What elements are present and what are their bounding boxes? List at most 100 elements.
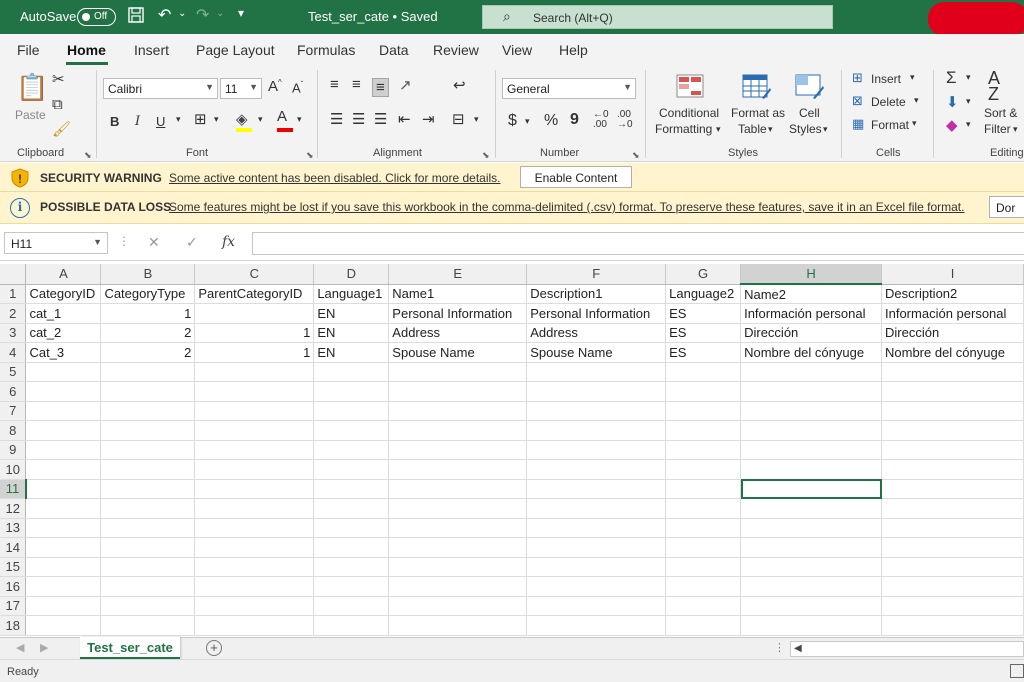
cell-i13[interactable] [881,518,1024,538]
enable-content-button[interactable]: Enable Content [520,166,632,188]
cell-d13[interactable] [313,518,390,538]
select-all-corner[interactable] [0,264,27,285]
cell-g4[interactable]: ES [665,342,742,363]
cell-i6[interactable] [881,381,1024,402]
cell-c18[interactable] [194,615,315,636]
chevron-down-icon[interactable]: ▾ [1013,124,1018,135]
increase-indent-icon[interactable]: ⇥ [422,110,435,128]
sort-filter-label-2[interactable]: Filter [984,122,1011,136]
cell-c2[interactable] [194,303,315,324]
chevron-down-icon[interactable]: ▾ [525,116,530,127]
cell-e17[interactable] [388,596,528,616]
cell-a8[interactable] [25,420,102,441]
cell-b6[interactable] [100,381,196,402]
cell-g16[interactable] [665,576,742,597]
cell-e3[interactable]: Address [388,323,528,343]
cell-i3[interactable]: Dirección [881,323,1024,343]
cell-d2[interactable]: EN [313,303,390,324]
column-header-d[interactable]: D [313,264,390,285]
cell-f16[interactable] [526,576,667,597]
clear-icon[interactable]: ◆ [946,116,958,134]
cell-f1[interactable]: Description1 [526,284,667,304]
cell-a7[interactable] [25,401,102,421]
paste-icon[interactable]: 📋 [16,72,48,103]
row-header[interactable]: 13 [0,518,27,538]
tab-file[interactable]: File [17,42,40,58]
cell-f12[interactable] [526,498,667,519]
insert-cells-icon[interactable]: ⊞ [852,70,863,86]
sort-filter-icon[interactable]: AZ [988,69,1000,103]
cell-e7[interactable] [388,401,528,421]
conditional-formatting-label-1[interactable]: Conditional [659,106,719,120]
cell-c9[interactable] [194,440,315,460]
row-header[interactable]: 10 [0,459,27,480]
undo-icon[interactable]: ↶ [158,5,171,25]
cell-h15[interactable] [740,557,882,577]
insert-function-icon[interactable]: fx [222,234,235,250]
cell-c12[interactable] [194,498,315,519]
chevron-down-icon[interactable]: ▾ [966,119,971,130]
cell-i7[interactable] [881,401,1024,421]
tab-review[interactable]: Review [433,42,479,58]
cell-i17[interactable] [881,596,1024,616]
data-loss-message[interactable]: Some features might be lost if you save … [169,200,964,214]
wrap-text-icon[interactable]: ↩ [453,76,466,94]
cell-b9[interactable] [100,440,196,460]
cell-b11[interactable] [100,479,196,499]
scroll-right-icon[interactable]: ▶ [40,641,48,654]
cell-c11[interactable] [194,479,315,499]
cell-d7[interactable] [313,401,390,421]
cell-c10[interactable] [194,459,315,480]
cell-f13[interactable] [526,518,667,538]
number-launcher-icon[interactable]: ⬊ [632,150,640,161]
fill-color-icon[interactable]: ◈ [236,110,252,132]
chevron-down-icon[interactable]: ▾ [474,114,479,125]
column-header-b[interactable]: B [100,264,196,285]
align-center-icon[interactable]: ☰ [352,110,365,128]
delete-cells-label[interactable]: Delete [871,95,906,109]
cell-styles-icon[interactable] [795,74,825,103]
cell-h16[interactable] [740,576,882,597]
chevron-down-icon[interactable]: ▾ [258,114,263,125]
cell-g10[interactable] [665,459,742,480]
chevron-down-icon[interactable]: ▾ [214,114,219,125]
cell-e2[interactable]: Personal Information [388,303,528,324]
cell-d11[interactable] [313,479,390,499]
chevron-down-icon[interactable]: ▾ [716,124,721,135]
cell-i9[interactable] [881,440,1024,460]
cell-e11[interactable] [388,479,528,499]
column-header-g[interactable]: G [665,264,742,285]
cell-i12[interactable] [881,498,1024,519]
number-format-select[interactable]: General ▼ [502,78,636,99]
cell-a12[interactable] [25,498,102,519]
align-left-icon[interactable]: ☰ [330,110,343,128]
cell-g9[interactable] [665,440,742,460]
row-header[interactable]: 14 [0,537,27,558]
cell-a2[interactable]: cat_1 [25,303,102,324]
cell-d14[interactable] [313,537,390,558]
cell-b17[interactable] [100,596,196,616]
cell-e9[interactable] [388,440,528,460]
sort-filter-label-1[interactable]: Sort & [984,106,1017,120]
row-header[interactable]: 6 [0,381,27,402]
sheet-tab-active[interactable]: Test_ser_cate [80,637,180,659]
chevron-down-icon[interactable]: ▾ [966,72,971,83]
currency-button[interactable]: $ [508,112,517,130]
merge-center-icon[interactable]: ⊟ [452,110,465,128]
cell-d1[interactable]: Language1 [313,284,390,304]
cell-c17[interactable] [194,596,315,616]
cell-b13[interactable] [100,518,196,538]
cell-h4[interactable]: Nombre del cónyuge [740,342,882,363]
cut-icon[interactable]: ✂ [52,70,65,88]
fill-icon[interactable]: ⬇ [946,93,959,111]
cell-e16[interactable] [388,576,528,597]
cell-h2[interactable]: Información personal [740,303,882,324]
orientation-icon[interactable]: ↗ [399,76,412,94]
cell-f5[interactable] [526,362,667,382]
chevron-down-icon[interactable]: ▾ [176,114,181,125]
cell-a4[interactable]: Cat_3 [25,342,102,363]
cell-h8[interactable] [740,420,882,441]
cell-h14[interactable] [740,537,882,558]
tab-data[interactable]: Data [379,42,409,58]
column-header-e[interactable]: E [388,264,528,285]
